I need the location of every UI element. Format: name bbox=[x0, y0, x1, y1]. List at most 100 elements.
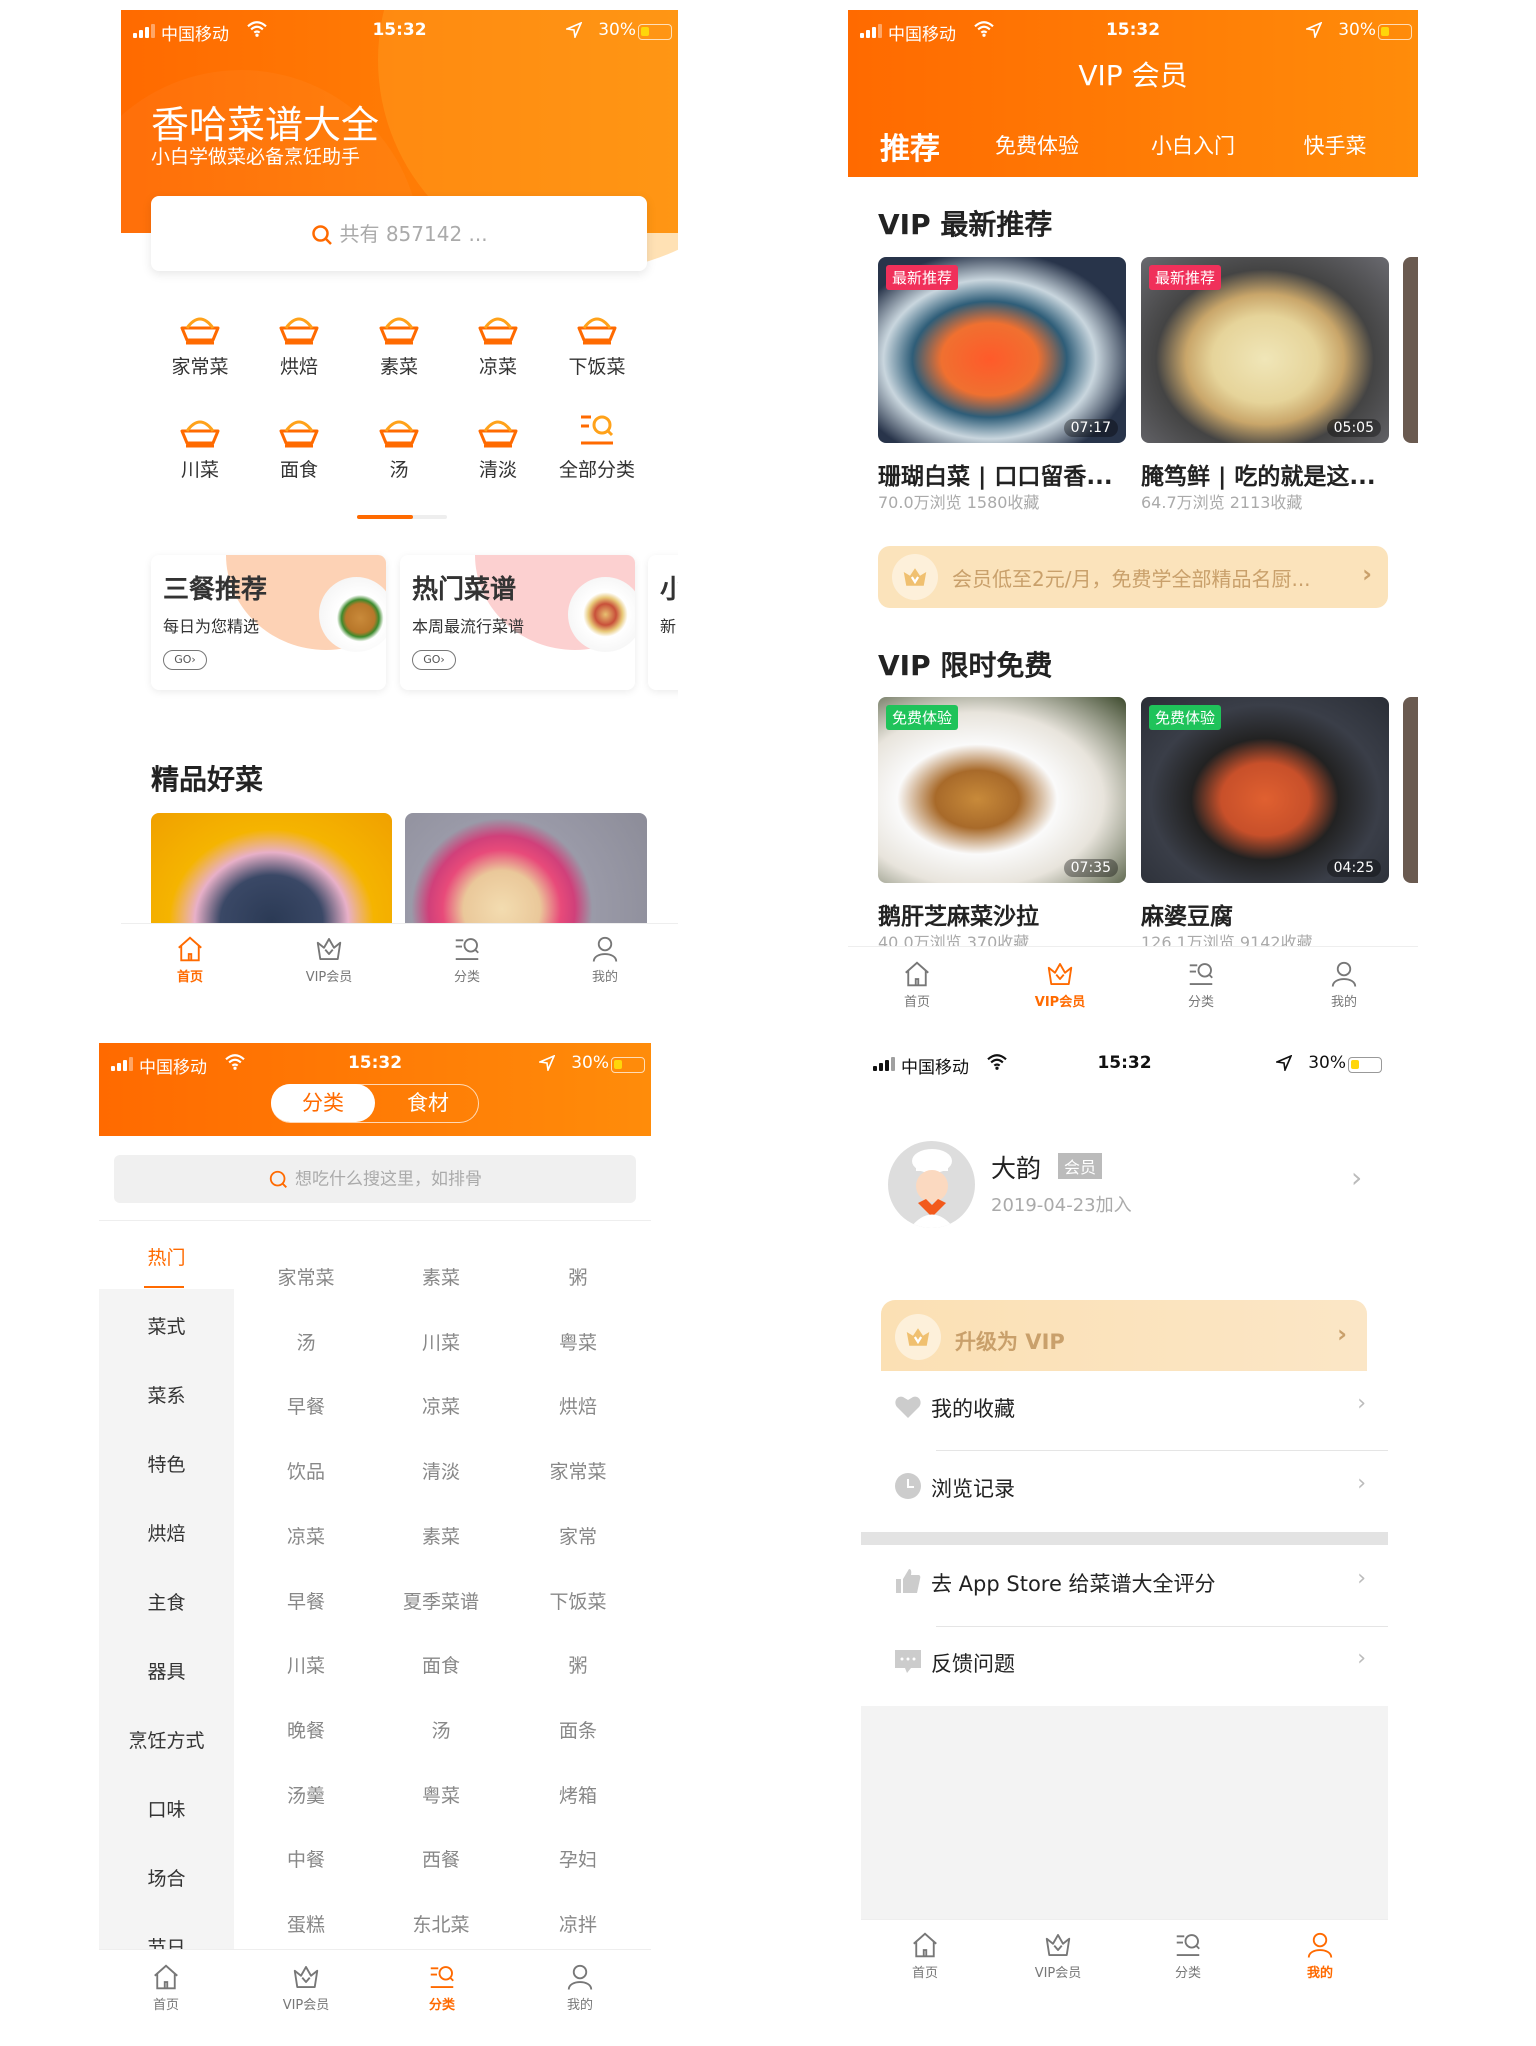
tab-mine[interactable]: 我的 bbox=[530, 1962, 630, 2013]
category-tag[interactable]: 汤羹 bbox=[241, 1781, 371, 1808]
tab-mine[interactable]: 我的 bbox=[1294, 959, 1394, 1010]
tab-3[interactable]: 快手菜 bbox=[1265, 130, 1405, 160]
category-tag[interactable]: 凉菜 bbox=[376, 1392, 506, 1419]
tab-2[interactable]: 小白入门 bbox=[1123, 130, 1263, 160]
category-tag[interactable]: 烘焙 bbox=[513, 1392, 643, 1419]
category-tag[interactable]: 川菜 bbox=[241, 1651, 371, 1678]
tab-category[interactable]: 分类 bbox=[417, 934, 517, 985]
featured-dish-image[interactable] bbox=[151, 813, 392, 933]
category-tag[interactable]: 烤箱 bbox=[513, 1781, 643, 1808]
tab-home[interactable]: 首页 bbox=[140, 934, 240, 985]
vip-promo-banner[interactable]: 会员低至2元/月，免费学全部精品名厨... › bbox=[878, 546, 1388, 608]
category-tag[interactable]: 凉拌 bbox=[513, 1910, 643, 1937]
category-tag[interactable]: 面食 bbox=[376, 1651, 506, 1678]
search-box[interactable]: 共有 857142 ... bbox=[151, 196, 647, 271]
go-button[interactable]: GO› bbox=[163, 650, 207, 670]
sidebar-item[interactable]: 菜式 bbox=[99, 1312, 234, 1339]
category-tag[interactable]: 清淡 bbox=[376, 1457, 506, 1484]
tab-mine[interactable]: 我的 bbox=[1270, 1930, 1370, 1981]
recipe-thumbnail-partial[interactable] bbox=[1403, 697, 1418, 883]
category-tag[interactable]: 下饭菜 bbox=[513, 1587, 643, 1614]
recipe-thumbnail[interactable]: 免费体验 07:35 bbox=[878, 697, 1126, 883]
category-item[interactable]: 素菜 bbox=[349, 306, 449, 379]
category-tag[interactable]: 蛋糕 bbox=[241, 1910, 371, 1937]
sidebar-item[interactable]: 口味 bbox=[99, 1795, 234, 1822]
menu-item[interactable]: 我的收藏 › bbox=[861, 1377, 1388, 1437]
recipe-title[interactable]: 珊瑚白菜 | 口口留香... bbox=[878, 457, 1128, 491]
profile-chevron-icon[interactable]: › bbox=[1351, 1161, 1362, 1194]
category-tag[interactable]: 凉菜 bbox=[241, 1522, 371, 1549]
category-item[interactable]: 面食 bbox=[249, 409, 349, 482]
category-tag[interactable]: 中餐 bbox=[241, 1845, 371, 1872]
tab-1[interactable]: 免费体验 bbox=[967, 130, 1107, 160]
recipe-thumbnail-partial[interactable] bbox=[1403, 257, 1418, 443]
avatar[interactable] bbox=[888, 1141, 975, 1228]
sidebar-item[interactable]: 特色 bbox=[99, 1450, 234, 1477]
category-tag[interactable]: 晚餐 bbox=[241, 1716, 371, 1743]
sidebar-item[interactable]: 主食 bbox=[99, 1588, 234, 1615]
category-tag[interactable]: 粤菜 bbox=[376, 1781, 506, 1808]
category-tag[interactable]: 早餐 bbox=[241, 1587, 371, 1614]
category-tag[interactable]: 汤 bbox=[241, 1328, 371, 1355]
tab-vip[interactable]: VIP会员 bbox=[1010, 959, 1110, 1010]
upgrade-vip-banner[interactable]: 升级为 VIP › bbox=[881, 1300, 1367, 1371]
tab-mine[interactable]: 我的 bbox=[555, 934, 655, 985]
segment-ingredient[interactable]: 食材 bbox=[376, 1084, 480, 1122]
category-item[interactable]: 凉菜 bbox=[448, 306, 548, 379]
category-item[interactable]: 烘焙 bbox=[249, 306, 349, 379]
category-tag[interactable]: 家常菜 bbox=[513, 1457, 643, 1484]
category-tag[interactable]: 素菜 bbox=[376, 1263, 506, 1290]
sidebar-item[interactable]: 场合 bbox=[99, 1864, 234, 1891]
category-item[interactable]: 汤 bbox=[349, 409, 449, 482]
tab-home[interactable]: 首页 bbox=[875, 1930, 975, 1981]
tab-category[interactable]: 分类 bbox=[392, 1962, 492, 2013]
tab-home[interactable]: 首页 bbox=[116, 1962, 216, 2013]
category-tag[interactable]: 面条 bbox=[513, 1716, 643, 1743]
category-tag[interactable]: 孕妇 bbox=[513, 1845, 643, 1872]
sidebar-item[interactable]: 器具 bbox=[99, 1657, 234, 1684]
category-tag[interactable]: 素菜 bbox=[376, 1522, 506, 1549]
tab-home[interactable]: 首页 bbox=[867, 959, 967, 1010]
category-tag[interactable]: 家常菜 bbox=[241, 1263, 371, 1290]
tab-category[interactable]: 分类 bbox=[1138, 1930, 1238, 1981]
category-tag[interactable]: 粥 bbox=[513, 1651, 643, 1678]
sidebar-item[interactable]: 热门 bbox=[99, 1243, 234, 1270]
menu-item[interactable]: 浏览记录 › bbox=[861, 1457, 1388, 1517]
category-item[interactable]: 下饭菜 bbox=[547, 306, 647, 379]
category-item[interactable]: 家常菜 bbox=[150, 306, 250, 379]
search-box[interactable]: 想吃什么搜这里，如排骨 bbox=[114, 1155, 636, 1203]
promo-card[interactable]: 小新 bbox=[648, 555, 678, 690]
menu-item[interactable]: 反馈问题 › bbox=[861, 1632, 1388, 1692]
tab-vip[interactable]: VIP会员 bbox=[256, 1962, 356, 2013]
promo-card[interactable]: 三餐推荐 每日为您精选 GO› bbox=[151, 555, 386, 690]
featured-dish-image[interactable] bbox=[405, 813, 647, 933]
category-tag[interactable]: 粥 bbox=[513, 1263, 643, 1290]
category-tag[interactable]: 饮品 bbox=[241, 1457, 371, 1484]
sidebar-item[interactable]: 烹饪方式 bbox=[99, 1726, 234, 1753]
recipe-title[interactable]: 麻婆豆腐 bbox=[1141, 897, 1391, 931]
category-tag[interactable]: 东北菜 bbox=[376, 1910, 506, 1937]
recipe-title[interactable]: 腌笃鲜 | 吃的就是这... bbox=[1141, 457, 1391, 491]
sidebar-item[interactable]: 菜系 bbox=[99, 1381, 234, 1408]
category-tag[interactable]: 夏季菜谱 bbox=[376, 1587, 506, 1614]
promo-card[interactable]: 热门菜谱 本周最流行菜谱 GO› bbox=[400, 555, 635, 690]
category-item[interactable]: 清淡 bbox=[448, 409, 548, 482]
tab-0[interactable]: 推荐 bbox=[848, 124, 980, 168]
category-tag[interactable]: 汤 bbox=[376, 1716, 506, 1743]
tab-vip[interactable]: VIP会员 bbox=[1008, 1930, 1108, 1981]
category-item[interactable]: 川菜 bbox=[150, 409, 250, 482]
category-tag[interactable]: 川菜 bbox=[376, 1328, 506, 1355]
category-tag[interactable]: 家常 bbox=[513, 1522, 643, 1549]
tab-category[interactable]: 分类 bbox=[1151, 959, 1251, 1010]
recipe-thumbnail[interactable]: 最新推荐 07:17 bbox=[878, 257, 1126, 443]
category-item[interactable]: 全部分类 bbox=[547, 409, 647, 482]
category-tag[interactable]: 西餐 bbox=[376, 1845, 506, 1872]
category-tag[interactable]: 早餐 bbox=[241, 1392, 371, 1419]
recipe-thumbnail[interactable]: 免费体验 04:25 bbox=[1141, 697, 1389, 883]
tab-vip[interactable]: VIP会员 bbox=[279, 934, 379, 985]
menu-item[interactable]: 去 App Store 给菜谱大全评分 › bbox=[861, 1552, 1388, 1612]
segment-category[interactable]: 分类 bbox=[271, 1084, 375, 1122]
go-button[interactable]: GO› bbox=[412, 650, 456, 670]
category-tag[interactable]: 粤菜 bbox=[513, 1328, 643, 1355]
recipe-thumbnail[interactable]: 最新推荐 05:05 bbox=[1141, 257, 1389, 443]
